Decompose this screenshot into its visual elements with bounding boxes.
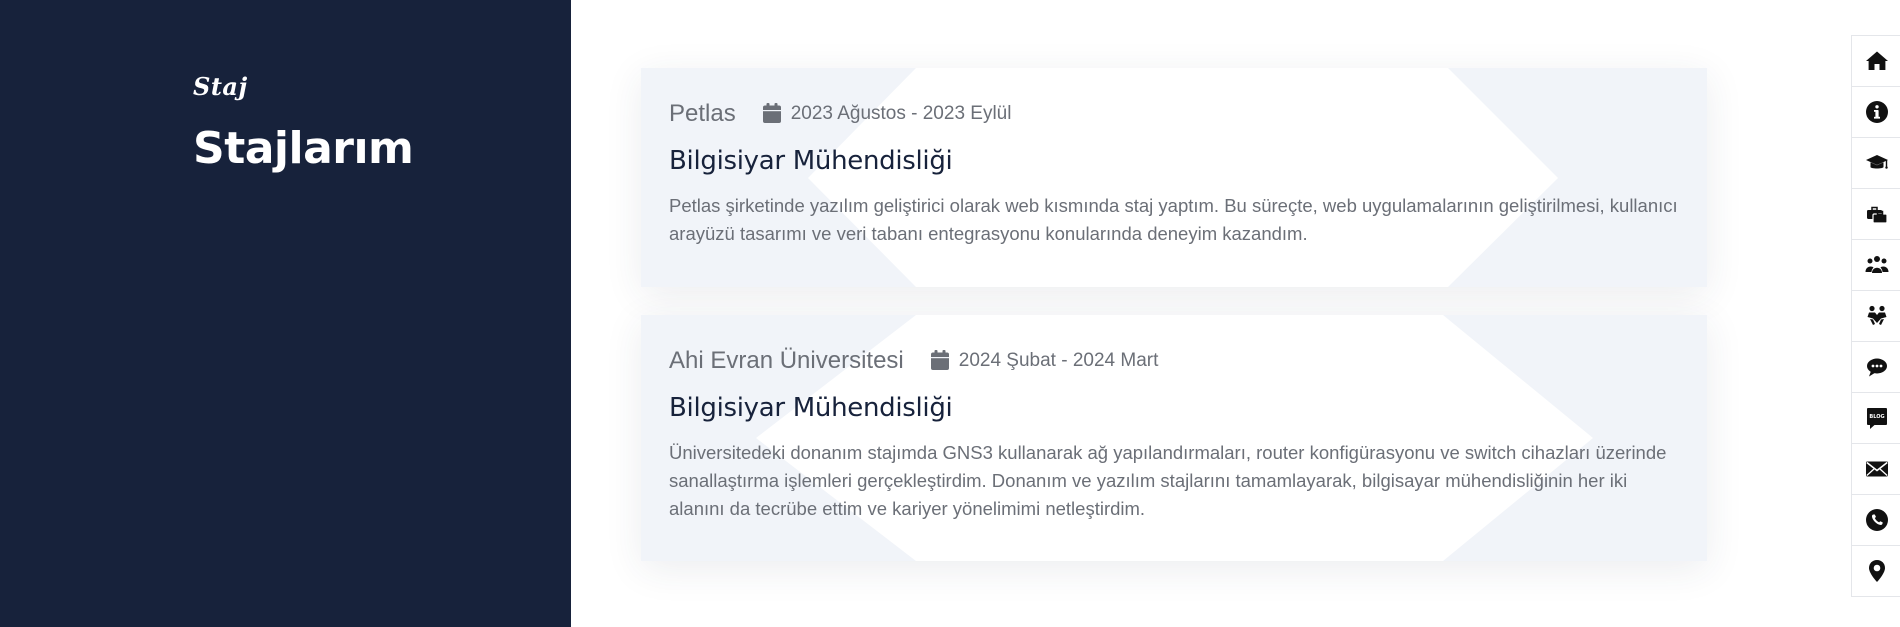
calendar-icon: [930, 350, 949, 370]
blog-icon: BLOG: [1867, 408, 1887, 429]
blog-icon-badge: BLOG: [1869, 414, 1884, 420]
nav-references[interactable]: [1852, 291, 1900, 342]
handshake-icon: [1867, 305, 1887, 325]
info-icon: [1866, 101, 1888, 123]
internship-role: Bilgisiyar Mühendisliği: [669, 393, 953, 423]
nav-blog[interactable]: BLOG: [1852, 393, 1900, 444]
company-name: Ahi Evran Üniversitesi: [669, 347, 904, 374]
nav-home[interactable]: [1852, 36, 1900, 87]
chat-bubbles-icon: [1867, 358, 1887, 377]
page: Staj Stajlarım Petlas 2023 Ağustos - 202…: [0, 0, 1900, 627]
briefcase-icon: [1867, 206, 1888, 224]
location-pin-icon: [1869, 560, 1885, 582]
nav-team[interactable]: [1852, 240, 1900, 291]
internship-description: Üniversitedeki donanım stajımda GNS3 kul…: [669, 442, 1667, 519]
nav-testimonials[interactable]: [1852, 342, 1900, 393]
envelope-icon: [1866, 461, 1888, 477]
section-title: Stajlarım: [193, 123, 414, 174]
calendar-icon: [762, 103, 781, 123]
nav-education[interactable]: [1852, 138, 1900, 189]
internship-description: Petlas şirketinde yazılım geliştirici ol…: [669, 195, 1678, 244]
internship-card: Petlas 2023 Ağustos - 2023 Eylül Bilgisi…: [641, 68, 1707, 287]
nav-about[interactable]: [1852, 87, 1900, 138]
internship-date: 2023 Ağustos - 2023 Eylül: [790, 103, 1012, 124]
internship-date: 2024 Şubat - 2024 Mart: [958, 350, 1159, 371]
users-icon: [1865, 256, 1889, 273]
phone-icon: [1866, 509, 1888, 531]
section-kicker: Staj: [193, 72, 248, 101]
nav-location[interactable]: [1852, 546, 1900, 596]
nav-email[interactable]: [1852, 444, 1900, 495]
company-name: Petlas: [669, 100, 736, 127]
home-icon: [1866, 51, 1888, 70]
internship-card: Ahi Evran Üniversitesi 2024 Şubat - 2024…: [641, 315, 1707, 561]
nav-phone[interactable]: [1852, 495, 1900, 546]
section-sidebar: Staj Stajlarım: [0, 0, 571, 627]
graduation-cap-icon: [1866, 155, 1888, 169]
nav-experience[interactable]: [1852, 189, 1900, 240]
side-navigation: BLOG: [1851, 35, 1900, 597]
internship-role: Bilgisiyar Mühendisliği: [669, 146, 953, 176]
